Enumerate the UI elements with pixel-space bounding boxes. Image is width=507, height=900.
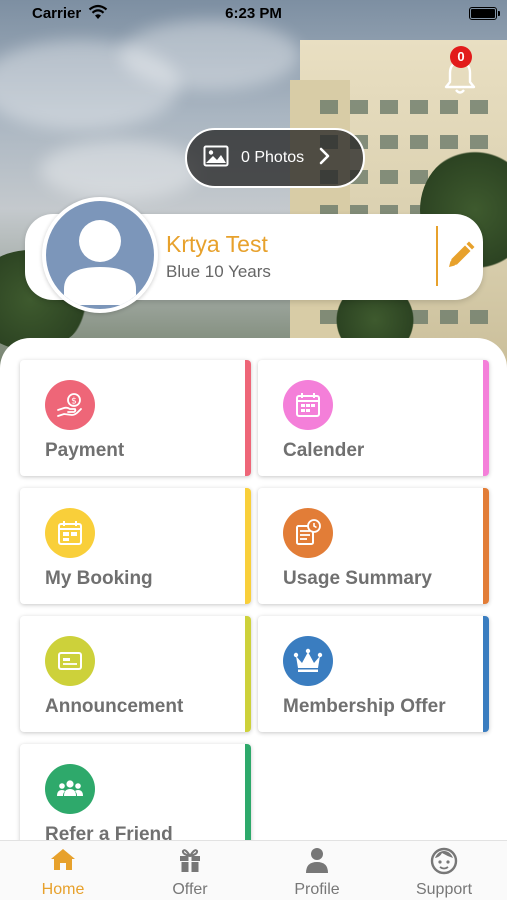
notification-button[interactable]: 0 — [438, 46, 482, 98]
tab-profile[interactable]: Profile — [254, 841, 380, 900]
pencil-icon — [449, 241, 475, 267]
group-icon — [45, 764, 95, 814]
profile-name: Krtya Test — [166, 231, 268, 257]
tab-profile-label: Profile — [294, 881, 340, 898]
calender-tile[interactable]: Calender — [258, 360, 489, 476]
person-icon — [305, 847, 329, 878]
calender-label: Calender — [283, 440, 365, 461]
status-bar: Carrier 6:23 PM — [0, 0, 507, 30]
edit-profile-button[interactable] — [444, 240, 476, 272]
membership-tier: Blue 10 Years — [166, 262, 271, 281]
battery-icon — [469, 7, 500, 20]
announcement-label: Announcement — [45, 696, 184, 717]
user-placeholder-icon — [64, 220, 136, 305]
svg-text:$: $ — [71, 397, 77, 407]
photos-button[interactable]: 0 Photos — [185, 128, 365, 188]
tab-support[interactable]: Support — [381, 841, 507, 900]
support-agent-icon — [430, 847, 458, 880]
gift-icon — [177, 847, 203, 878]
profile-divider — [436, 226, 438, 286]
refer-a-friend-tile[interactable]: Refer a Friend — [20, 744, 251, 840]
image-icon — [203, 145, 229, 172]
avatar[interactable] — [42, 197, 158, 313]
tab-home-label: Home — [41, 881, 85, 898]
membership-offer-tile[interactable]: Membership Offer — [258, 616, 489, 732]
tab-offer[interactable]: Offer — [127, 841, 253, 900]
usage-clock-icon — [283, 508, 333, 558]
usage-summary-tile[interactable]: Usage Summary — [258, 488, 489, 604]
hand-coin-icon: $ — [45, 380, 95, 430]
tab-offer-label: Offer — [172, 881, 208, 898]
my-booking-label: My Booking — [45, 568, 153, 589]
payment-tile[interactable]: $ Payment — [20, 360, 251, 476]
booking-calendar-icon — [45, 508, 95, 558]
tab-home[interactable]: Home — [0, 841, 126, 900]
bottom-tab-bar: Home Offer Profile Support — [0, 840, 507, 900]
hero-background-image — [0, 0, 507, 380]
clock: 6:23 PM — [225, 5, 282, 22]
membership-offer-label: Membership Offer — [283, 696, 446, 717]
tab-support-label: Support — [415, 881, 473, 898]
my-booking-tile[interactable]: My Booking — [20, 488, 251, 604]
refer-a-friend-label: Refer a Friend — [45, 824, 173, 840]
usage-summary-label: Usage Summary — [283, 568, 432, 589]
menu-sheet: $ Payment Calender My Booking Usage Summ… — [0, 338, 507, 840]
home-icon — [50, 847, 76, 876]
calendar-icon — [283, 380, 333, 430]
announcement-tile[interactable]: Announcement — [20, 616, 251, 732]
chevron-right-icon — [318, 147, 330, 170]
crown-icon — [283, 636, 333, 686]
notification-badge: 0 — [450, 46, 472, 68]
announcement-card-icon — [45, 636, 95, 686]
payment-label: Payment — [45, 440, 125, 461]
photos-label: 0 Photos — [241, 149, 305, 166]
